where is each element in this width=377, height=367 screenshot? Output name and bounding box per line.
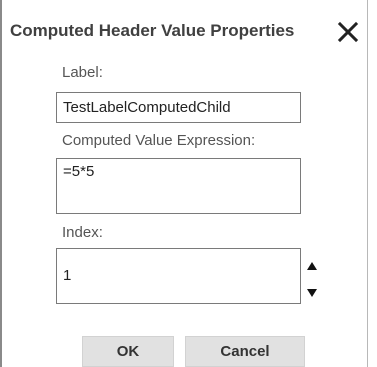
index-input[interactable]: 1 [56,248,301,304]
expression-input[interactable]: =5*5 [56,158,301,214]
index-increment-button[interactable] [304,258,320,274]
cancel-button[interactable]: Cancel [185,336,305,367]
close-button[interactable] [334,18,362,46]
label-input[interactable]: TestLabelComputedChild [56,92,301,123]
close-icon [337,21,359,43]
label-caption: Label: [62,64,103,81]
spin-up-icon [307,262,317,270]
dialog-right-border [367,0,368,367]
properties-dialog: Computed Header Value Properties Label: … [0,0,377,367]
spin-down-icon [307,289,317,297]
expression-caption: Computed Value Expression: [62,132,256,149]
index-caption: Index: [62,224,103,241]
dialog-title: Computed Header Value Properties [10,21,295,40]
ok-button[interactable]: OK [82,336,174,367]
index-decrement-button[interactable] [304,285,320,301]
dialog-left-border [0,0,2,367]
